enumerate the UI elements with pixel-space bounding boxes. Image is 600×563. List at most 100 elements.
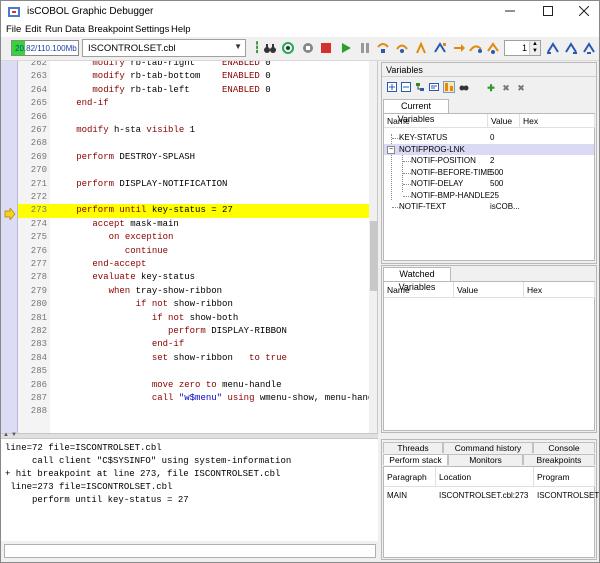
- menu-data[interactable]: Data: [65, 24, 85, 35]
- variables-table[interactable]: Name Value Hex KEY-STATUS 0 − NOTIFPROG-…: [383, 113, 595, 261]
- stack-col-location[interactable]: Location: [436, 467, 534, 487]
- menu-help[interactable]: Help: [171, 24, 191, 35]
- tab-breakpoints[interactable]: Breakpoints: [523, 454, 595, 465]
- editor-scroll-thumb[interactable]: [370, 221, 377, 291]
- stack-program[interactable]: ISCONTROLSET: [537, 491, 599, 500]
- toggle-breakpoint-icon[interactable]: [486, 41, 500, 55]
- code-line[interactable]: 281 if not show-both: [18, 312, 370, 325]
- menu-settings[interactable]: Settings: [135, 24, 169, 35]
- stepper-down-icon[interactable]: ▼: [529, 48, 540, 55]
- add-icon[interactable]: ✚: [485, 81, 497, 93]
- code-line[interactable]: 287 call "w$menu" using wmenu-show, menu…: [18, 392, 377, 405]
- memory-gauge[interactable]: 20.82/110.100Mb: [11, 40, 79, 56]
- code-line[interactable]: 265 end-if: [18, 97, 370, 110]
- breakpoint-gutter[interactable]: [1, 61, 18, 433]
- code-line[interactable]: 270: [18, 164, 370, 177]
- code-line[interactable]: 276 continue: [18, 245, 370, 258]
- tree-icon[interactable]: [414, 81, 426, 93]
- command-input[interactable]: [4, 544, 376, 558]
- menu-breakpoint[interactable]: Breakpoint: [88, 24, 133, 35]
- code-line[interactable]: 262 modify rb-tab-right ENABLED 0: [18, 61, 370, 70]
- tab-watched-variables[interactable]: Watched Variables: [383, 267, 451, 292]
- code-line[interactable]: 283 end-if: [18, 338, 370, 351]
- minimize-button[interactable]: [493, 1, 527, 23]
- code-line[interactable]: 286 move zero to menu-handle: [18, 379, 370, 392]
- variable-row[interactable]: KEY-STATUS 0: [384, 132, 594, 144]
- menu-edit[interactable]: Edit: [25, 24, 41, 35]
- code-line[interactable]: 271 perform DISPLAY-NOTIFICATION: [18, 178, 370, 191]
- step-over-icon[interactable]: [395, 41, 409, 55]
- stop-all-icon[interactable]: [319, 41, 333, 55]
- code-line[interactable]: 264 modify rb-tab-left ENABLED 0: [18, 84, 370, 97]
- code-line[interactable]: 284 set show-ribbon to true: [18, 352, 370, 365]
- pause-icon[interactable]: [358, 41, 372, 55]
- collapse-all-icon[interactable]: [400, 81, 412, 93]
- menu-run[interactable]: Run: [45, 24, 62, 35]
- variable-row[interactable]: NOTIF-DELAY 500: [384, 178, 594, 190]
- attach-icon[interactable]: ┇: [250, 41, 264, 55]
- go-back-icon[interactable]: [546, 41, 560, 55]
- variables-col-value[interactable]: Value: [488, 114, 520, 128]
- editor-vertical-scrollbar[interactable]: [369, 61, 377, 433]
- tab-command-history[interactable]: Command history: [443, 442, 533, 453]
- go-last-icon[interactable]: [582, 41, 596, 55]
- output-console[interactable]: line=72 file=ISCONTROLSET.cbl call clien…: [1, 438, 378, 541]
- watched-table[interactable]: Name Value Hex: [383, 281, 595, 431]
- variable-row[interactable]: NOTIF-BMP-HANDLE 25: [384, 190, 594, 202]
- code-line[interactable]: 285: [18, 365, 370, 378]
- watched-col-value[interactable]: Value: [454, 282, 524, 298]
- jump-icon[interactable]: [452, 41, 466, 55]
- code-line[interactable]: 273 perform until key-status = 27: [18, 204, 370, 218]
- code-line[interactable]: 272: [18, 191, 370, 204]
- stop-icon[interactable]: [301, 41, 315, 55]
- code-line[interactable]: 277 end-accept: [18, 258, 370, 271]
- code-line[interactable]: 269 perform DESTROY-SPLASH: [18, 151, 370, 164]
- stack-col-program[interactable]: Program: [534, 467, 595, 487]
- code-line[interactable]: 280 if not show-ribbon: [18, 298, 370, 311]
- variables-col-hex[interactable]: Hex: [520, 114, 595, 128]
- run-to-cursor-icon[interactable]: [433, 41, 447, 55]
- run-icon[interactable]: [339, 41, 353, 55]
- step-out-icon[interactable]: [414, 41, 428, 55]
- code-line[interactable]: 268: [18, 137, 370, 150]
- perform-stack-table[interactable]: Paragraph Location Program MAIN ISCONTRO…: [383, 466, 599, 558]
- tab-current-variables[interactable]: Current Variables: [383, 99, 449, 124]
- sort-icon[interactable]: [443, 81, 455, 93]
- refresh-icon[interactable]: [281, 41, 295, 55]
- close-button[interactable]: [567, 1, 599, 23]
- watch-icon[interactable]: [458, 81, 470, 93]
- remove-all-icon[interactable]: ✖: [515, 81, 527, 93]
- show-hex-icon[interactable]: [428, 81, 440, 93]
- code-line[interactable]: 274 accept mask-main: [18, 218, 370, 231]
- binoculars-icon[interactable]: [263, 41, 277, 55]
- code-line[interactable]: 267 modify h-sta visible 1: [18, 124, 370, 137]
- collapse-toggle-icon[interactable]: −: [387, 145, 395, 154]
- maximize-button[interactable]: [531, 1, 565, 23]
- expand-all-icon[interactable]: [386, 81, 398, 93]
- stack-paragraph[interactable]: MAIN: [387, 491, 407, 500]
- stack-col-paragraph[interactable]: Paragraph: [384, 467, 436, 487]
- code-line[interactable]: 279 when tray-show-ribbon: [18, 285, 370, 298]
- code-line[interactable]: 282 perform DISPLAY-RIBBON: [18, 325, 370, 338]
- code-editor[interactable]: 262 modify rb-tab-right ENABLED 0 263 mod…: [1, 61, 378, 433]
- variable-row[interactable]: NOTIF-BEFORE-TIME 500: [384, 167, 594, 179]
- code-line[interactable]: 266: [18, 111, 370, 124]
- tab-monitors[interactable]: Monitors: [448, 454, 523, 465]
- code-line[interactable]: 288: [18, 405, 370, 418]
- stack-location[interactable]: ISCONTROLSET.cbl:273: [439, 491, 528, 500]
- tab-threads[interactable]: Threads: [383, 442, 443, 453]
- jump-cursor-icon[interactable]: [469, 41, 483, 55]
- variable-row[interactable]: − NOTIFPROG-LNK: [384, 143, 594, 155]
- program-select[interactable]: ISCONTROLSET.cbl ▼: [82, 39, 246, 57]
- code-line[interactable]: 275 on exception: [18, 231, 370, 244]
- tab-perform-stack[interactable]: Perform stack: [383, 454, 448, 465]
- variable-row[interactable]: NOTIF-POSITION 2: [384, 155, 594, 167]
- watched-col-hex[interactable]: Hex: [524, 282, 595, 298]
- menu-file[interactable]: File: [6, 24, 21, 35]
- code-line[interactable]: 278 evaluate key-status: [18, 271, 370, 284]
- tab-console[interactable]: Console: [533, 442, 595, 453]
- code-line[interactable]: 263 modify rb-tab-bottom ENABLED 0: [18, 70, 370, 83]
- step-count-stepper[interactable]: 1 ▲ ▼: [504, 40, 541, 56]
- stepper-up-icon[interactable]: ▲: [529, 41, 540, 48]
- variable-row[interactable]: NOTIF-TEXT isCOB...: [384, 201, 594, 213]
